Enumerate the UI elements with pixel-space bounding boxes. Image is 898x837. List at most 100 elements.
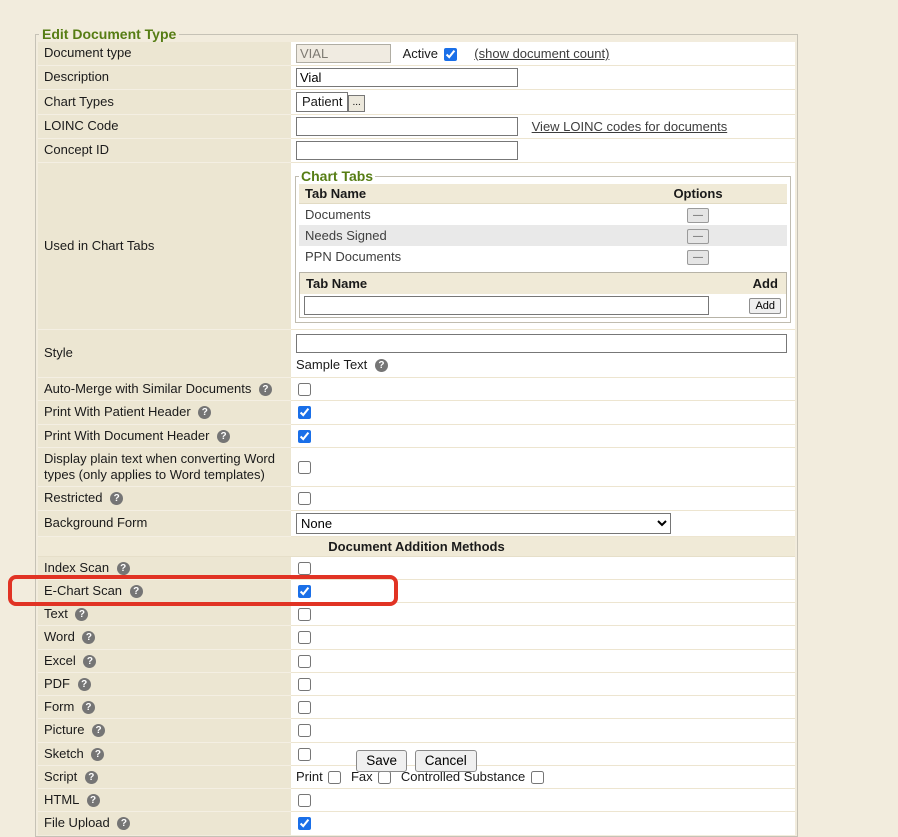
form-actions: Save Cancel bbox=[35, 750, 798, 772]
help-icon[interactable]: ? bbox=[259, 383, 272, 396]
script-fax-checkbox[interactable] bbox=[378, 771, 391, 784]
chart-tabs-table: Tab Name Options Documents — Needs Signe… bbox=[299, 184, 787, 267]
auto-merge-checkbox[interactable] bbox=[298, 383, 311, 396]
show-document-count-link[interactable]: (show document count) bbox=[474, 46, 609, 61]
echart-scan-checkbox[interactable] bbox=[298, 585, 311, 598]
chart-types-value: Patient bbox=[296, 92, 348, 112]
tab-name-cell: PPN Documents bbox=[299, 246, 609, 267]
row-file-upload: File Upload ? bbox=[38, 812, 795, 835]
active-label: Active bbox=[403, 46, 438, 61]
row-description: Description bbox=[38, 66, 795, 90]
row-form: Form ? bbox=[38, 696, 795, 719]
sample-text-label: Sample Text bbox=[296, 357, 367, 372]
help-icon[interactable]: ? bbox=[130, 585, 143, 598]
index-scan-checkbox[interactable] bbox=[298, 562, 311, 575]
row-style: Style Sample Text ? bbox=[38, 330, 795, 378]
html-method-checkbox[interactable] bbox=[298, 794, 311, 807]
edit-document-type-fieldset: Edit Document Type Document type Active … bbox=[35, 26, 798, 837]
remove-tab-button[interactable]: — bbox=[687, 229, 709, 244]
help-icon[interactable]: ? bbox=[82, 631, 95, 644]
row-document-type: Document type Active (show document coun… bbox=[38, 42, 795, 66]
script-print-checkbox[interactable] bbox=[328, 771, 341, 784]
print-patient-header-checkbox[interactable] bbox=[298, 406, 311, 419]
concept-id-input[interactable] bbox=[296, 141, 518, 160]
script-controlled-substance-checkbox[interactable] bbox=[531, 771, 544, 784]
remove-tab-button[interactable]: — bbox=[687, 250, 709, 265]
row-used-in-chart-tabs: Used in Chart Tabs Chart Tabs Tab Name O… bbox=[38, 163, 795, 330]
picture-method-checkbox[interactable] bbox=[298, 724, 311, 737]
help-icon[interactable]: ? bbox=[75, 608, 88, 621]
auto-merge-label: Auto-Merge with Similar Documents bbox=[44, 381, 251, 396]
help-icon[interactable]: ? bbox=[217, 430, 230, 443]
background-form-select[interactable]: None bbox=[296, 513, 671, 534]
row-section-header: Document Addition Methods bbox=[38, 536, 795, 556]
row-concept-id: Concept ID bbox=[38, 139, 795, 163]
pdf-method-checkbox[interactable] bbox=[298, 678, 311, 691]
row-loinc-code: LOINC Code View LOINC codes for document… bbox=[38, 115, 795, 139]
print-document-header-checkbox[interactable] bbox=[298, 430, 311, 443]
chart-types-label: Chart Types bbox=[38, 90, 291, 115]
help-icon[interactable]: ? bbox=[117, 562, 130, 575]
plain-text-word-checkbox[interactable] bbox=[298, 461, 311, 474]
index-scan-label: Index Scan bbox=[44, 560, 109, 575]
row-excel: Excel ? bbox=[38, 649, 795, 672]
active-checkbox[interactable] bbox=[444, 48, 457, 61]
help-icon[interactable]: ? bbox=[117, 817, 130, 830]
help-icon[interactable]: ? bbox=[82, 701, 95, 714]
row-text: Text ? bbox=[38, 603, 795, 626]
help-icon[interactable]: ? bbox=[198, 406, 211, 419]
restricted-label: Restricted bbox=[44, 490, 103, 505]
excel-method-checkbox[interactable] bbox=[298, 655, 311, 668]
text-method-label: Text bbox=[44, 606, 68, 621]
help-icon[interactable]: ? bbox=[92, 724, 105, 737]
style-input[interactable] bbox=[296, 334, 787, 353]
loinc-code-input[interactable] bbox=[296, 117, 518, 136]
help-icon[interactable]: ? bbox=[85, 771, 98, 784]
print-document-header-label: Print With Document Header bbox=[44, 428, 209, 443]
add-col-tab-name: Tab Name bbox=[300, 273, 745, 295]
help-icon[interactable]: ? bbox=[78, 678, 91, 691]
tab-row: Needs Signed — bbox=[299, 225, 787, 246]
tab-row: PPN Documents — bbox=[299, 246, 787, 267]
page-title: Edit Document Type bbox=[39, 26, 179, 42]
help-icon[interactable]: ? bbox=[110, 492, 123, 505]
view-loinc-codes-link[interactable]: View LOINC codes for documents bbox=[532, 119, 728, 134]
description-input[interactable] bbox=[296, 68, 518, 87]
add-col-add: Add bbox=[745, 273, 787, 295]
text-method-checkbox[interactable] bbox=[298, 608, 311, 621]
form-method-label: Form bbox=[44, 699, 74, 714]
document-type-form-table: Document type Active (show document coun… bbox=[38, 42, 795, 835]
description-label: Description bbox=[38, 66, 291, 90]
file-upload-method-checkbox[interactable] bbox=[298, 817, 311, 830]
help-icon[interactable]: ? bbox=[83, 655, 96, 668]
row-print-document-header: Print With Document Header ? bbox=[38, 424, 795, 447]
excel-method-label: Excel bbox=[44, 653, 76, 668]
edit-document-type-page: Edit Document Type Document type Active … bbox=[0, 0, 898, 781]
restricted-checkbox[interactable] bbox=[298, 492, 311, 505]
help-icon[interactable]: ? bbox=[375, 359, 388, 372]
remove-tab-button[interactable]: — bbox=[687, 208, 709, 223]
row-plain-text-word: Display plain text when converting Word … bbox=[38, 447, 795, 487]
tab-name-cell: Needs Signed bbox=[299, 225, 609, 246]
loinc-code-label: LOINC Code bbox=[38, 115, 291, 139]
row-pdf: PDF ? bbox=[38, 672, 795, 695]
form-method-checkbox[interactable] bbox=[298, 701, 311, 714]
concept-id-label: Concept ID bbox=[38, 139, 291, 163]
new-tab-name-input[interactable] bbox=[304, 296, 709, 315]
html-method-label: HTML bbox=[44, 792, 79, 807]
chart-types-browse-button[interactable]: ... bbox=[348, 95, 364, 112]
add-tab-table: Tab Name Add Add bbox=[299, 272, 787, 318]
save-button[interactable]: Save bbox=[356, 750, 407, 772]
row-word: Word ? bbox=[38, 626, 795, 649]
row-chart-types: Chart Types Patient... bbox=[38, 90, 795, 115]
col-header-tab-name: Tab Name bbox=[299, 184, 609, 204]
used-in-chart-tabs-label: Used in Chart Tabs bbox=[38, 163, 291, 330]
tab-row: Documents — bbox=[299, 204, 787, 226]
col-header-options: Options bbox=[609, 184, 787, 204]
cancel-button[interactable]: Cancel bbox=[415, 750, 477, 772]
help-icon[interactable]: ? bbox=[87, 794, 100, 807]
row-background-form: Background Form None bbox=[38, 510, 795, 536]
add-tab-button[interactable]: Add bbox=[749, 298, 781, 314]
word-method-checkbox[interactable] bbox=[298, 631, 311, 644]
document-type-label: Document type bbox=[38, 42, 291, 66]
